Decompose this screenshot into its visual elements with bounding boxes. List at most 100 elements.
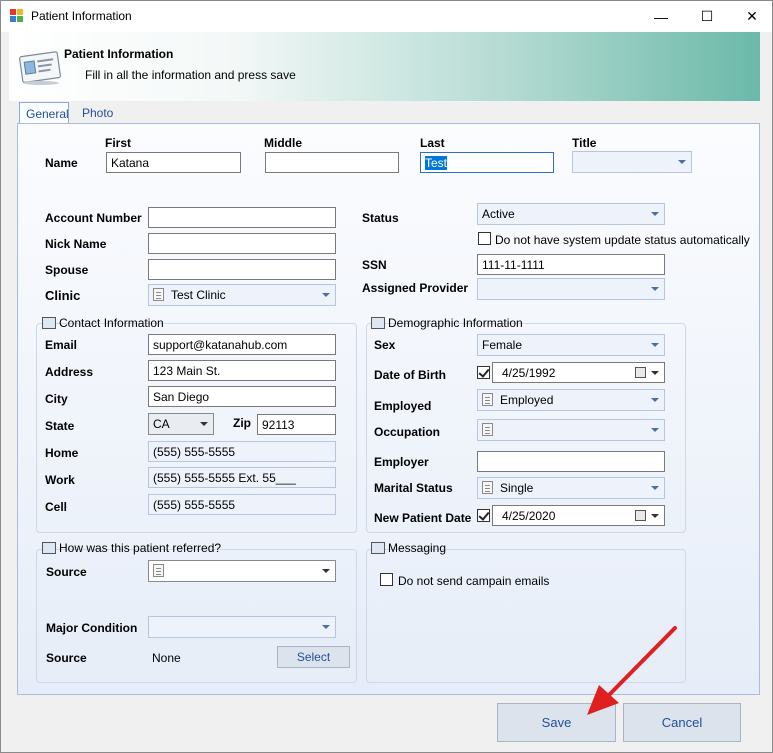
banner-subtitle: Fill in all the information and press sa… [85, 68, 296, 82]
close-button[interactable]: ✕ [729, 1, 773, 32]
marital-status-select[interactable]: Single [477, 477, 665, 499]
minimize-button[interactable]: — [638, 1, 684, 32]
occupation-select[interactable] [477, 419, 665, 441]
chevron-down-icon [651, 343, 659, 347]
demographic-information-title: Demographic Information [371, 316, 523, 330]
referral-source-select[interactable] [148, 560, 336, 582]
window-title: Patient Information [31, 9, 132, 23]
nick-name-input[interactable] [148, 233, 336, 254]
chevron-down-icon [651, 371, 659, 375]
banner-title: Patient Information [64, 47, 174, 61]
dob-date-picker[interactable]: 4/25/1992 [492, 362, 665, 383]
close-icon: ✕ [746, 8, 758, 24]
zip-label: Zip [233, 416, 251, 430]
last-name-input[interactable]: Test [420, 152, 554, 173]
major-condition-select[interactable] [148, 616, 336, 638]
first-name-label: First [105, 136, 132, 150]
demographic-information-title-text: Demographic Information [388, 316, 523, 330]
dob-checkbox[interactable] [477, 366, 490, 379]
chevron-down-icon [200, 422, 208, 426]
new-patient-date-checkbox[interactable] [477, 509, 490, 522]
clinic-select[interactable]: Test Clinic [148, 284, 336, 306]
email-input[interactable]: support@katanahub.com [148, 334, 336, 355]
account-number-label: Account Number [45, 211, 142, 225]
spouse-input[interactable] [148, 259, 336, 280]
chevron-down-icon [651, 398, 659, 402]
status-select[interactable]: Active [477, 203, 665, 225]
title-select[interactable] [572, 151, 692, 173]
messaging-title: Messaging [371, 541, 446, 555]
cell-phone-label: Cell [45, 500, 68, 514]
referral-icon [42, 542, 56, 554]
contact-information-title-text: Contact Information [59, 316, 164, 330]
messaging-title-text: Messaging [388, 541, 447, 555]
messaging-icon [371, 542, 385, 554]
document-icon [482, 423, 493, 436]
last-name-label: Last [420, 136, 445, 150]
work-phone-input[interactable]: (555) 555-5555 Ext. 55___ [148, 467, 336, 488]
spouse-label: Spouse [45, 263, 89, 277]
select-source-button[interactable]: Select [277, 646, 350, 668]
major-condition-label: Major Condition [46, 621, 138, 635]
new-patient-date-value: 4/25/2020 [502, 509, 556, 523]
minimize-icon: — [654, 8, 668, 25]
header-banner: Patient Information Fill in all the info… [9, 32, 760, 101]
chevron-down-icon [322, 293, 330, 297]
auto-update-label: Do not have system update status automat… [495, 233, 750, 247]
first-name-input[interactable]: Katana [106, 152, 241, 173]
sex-select[interactable]: Female [477, 334, 665, 356]
state-select[interactable]: CA [148, 413, 214, 435]
calendar-icon [635, 367, 646, 378]
dob-value: 4/25/1992 [502, 366, 556, 380]
title-bar: Patient Information — ☐ ✕ [1, 1, 772, 32]
employed-select-value: Employed [500, 393, 554, 407]
chevron-down-icon [651, 287, 659, 291]
account-number-input[interactable] [148, 207, 336, 228]
status-label: Status [362, 211, 399, 225]
app-icon [10, 9, 23, 22]
city-input[interactable]: San Diego [148, 386, 336, 407]
middle-name-input[interactable] [265, 152, 399, 173]
home-phone-label: Home [45, 446, 79, 460]
chevron-down-icon [651, 212, 659, 216]
auto-update-checkbox[interactable] [478, 232, 491, 245]
marital-status-label: Marital Status [374, 481, 453, 495]
tab-general[interactable]: General [19, 102, 69, 124]
marital-status-value: Single [500, 481, 534, 495]
document-icon [153, 564, 164, 577]
tab-photo[interactable]: Photo [76, 102, 120, 124]
chevron-down-icon [322, 569, 330, 573]
assigned-provider-select[interactable] [477, 278, 665, 300]
address-label: Address [45, 365, 94, 379]
contact-card-icon [42, 317, 56, 329]
contact-information-title: Contact Information [42, 316, 164, 330]
employer-input[interactable] [477, 451, 665, 472]
employed-select[interactable]: Employed [477, 389, 665, 411]
state-select-value: CA [153, 417, 170, 431]
ssn-input[interactable]: 111-11-1111 [477, 254, 665, 275]
tab-general-label: General [26, 107, 69, 121]
referral-title-text: How was this patient referred? [59, 541, 222, 555]
dob-label: Date of Birth [374, 368, 446, 382]
name-label: Name [45, 156, 78, 170]
patient-card-icon [19, 51, 61, 85]
city-label: City [45, 392, 68, 406]
patient-information-window: Patient Information — ☐ ✕ Patient Inform… [0, 0, 773, 753]
nick-name-label: Nick Name [45, 237, 107, 251]
chevron-down-icon [651, 486, 659, 490]
assigned-provider-label: Assigned Provider [362, 281, 469, 295]
no-campaign-emails-checkbox[interactable] [380, 573, 393, 586]
address-input[interactable]: 123 Main St. [148, 360, 336, 381]
maximize-button[interactable]: ☐ [684, 1, 730, 32]
new-patient-date-picker[interactable]: 4/25/2020 [492, 505, 665, 526]
work-phone-label: Work [45, 473, 75, 487]
demographic-card-icon [371, 317, 385, 329]
zip-input[interactable]: 92113 [257, 414, 336, 435]
state-label: State [45, 419, 75, 433]
referral-source-2-label: Source [46, 651, 87, 665]
cell-phone-input[interactable]: (555) 555-5555 [148, 494, 336, 515]
clinic-label: Clinic [45, 288, 81, 303]
home-phone-input[interactable]: (555) 555-5555 [148, 441, 336, 462]
document-icon [153, 288, 164, 301]
chevron-down-icon [678, 160, 686, 164]
